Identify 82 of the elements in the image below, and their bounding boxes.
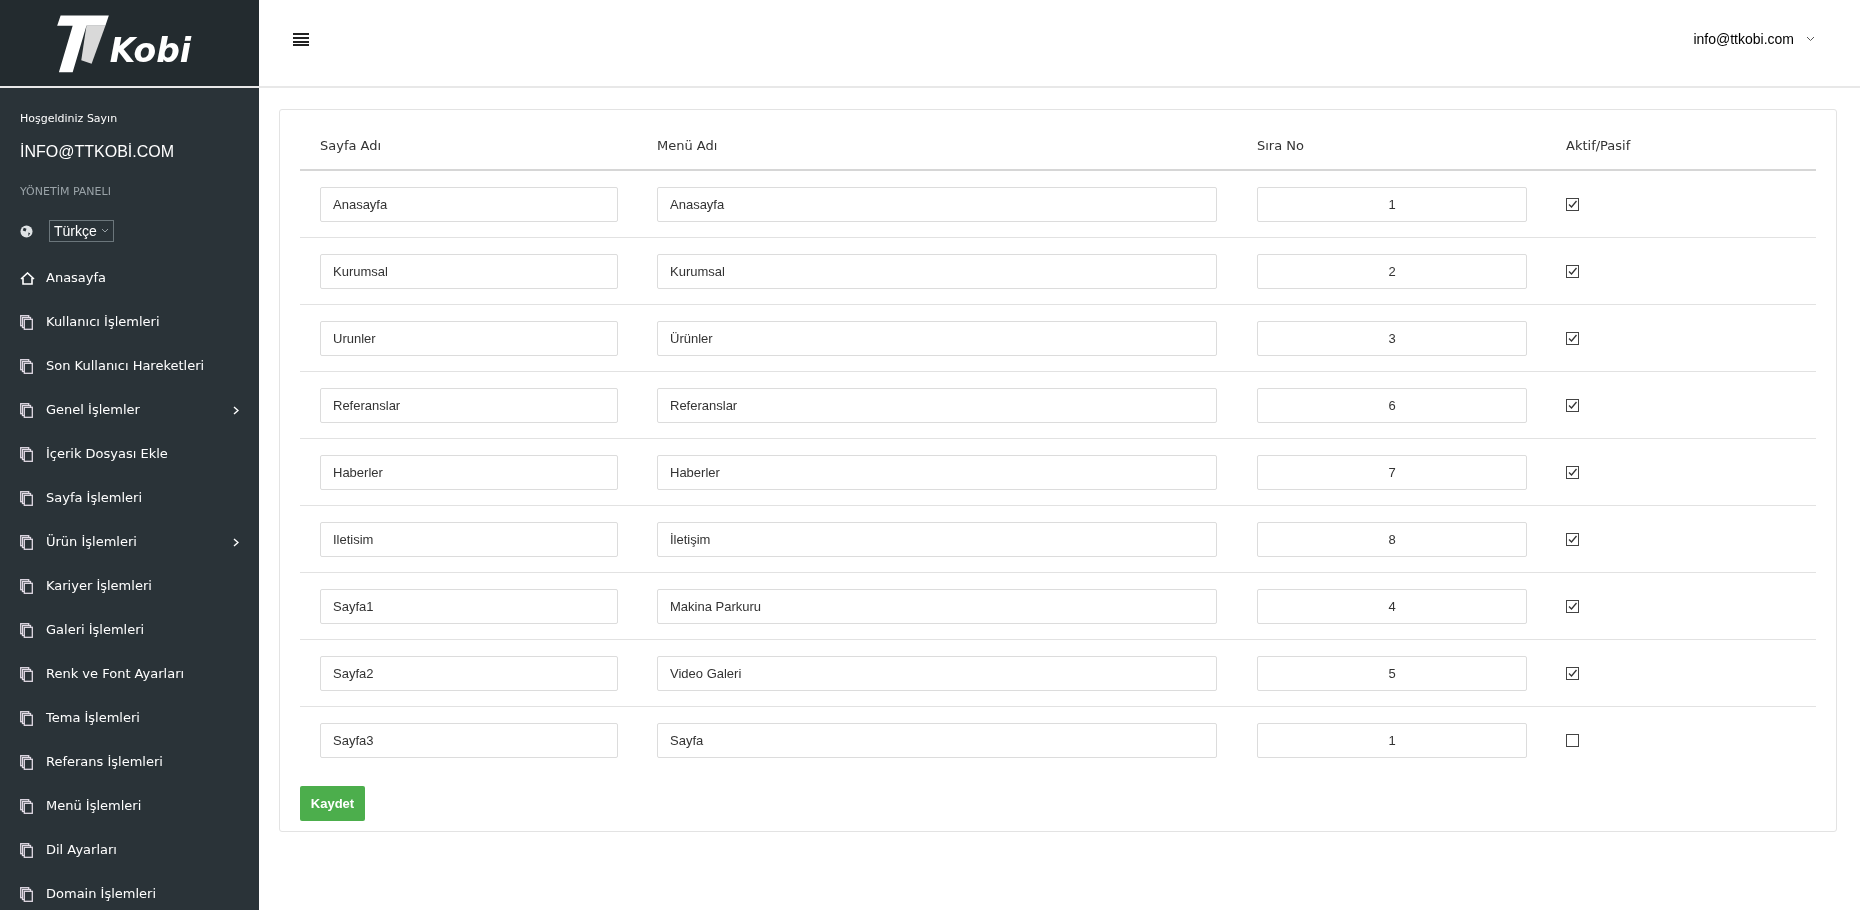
column-header: Aktif/Pasif [1566, 138, 1631, 153]
menu-name-field[interactable]: Kurumsal [657, 253, 1217, 289]
page-name-field[interactable]: Sayfa1 [320, 588, 618, 624]
nav-item[interactable]: Kariyer İşlemleri [0, 564, 259, 608]
nav-item[interactable]: Referans İşlemleri [0, 740, 259, 784]
column-header: Menü Adı [657, 138, 718, 153]
menu-name-field[interactable]: Haberler [657, 454, 1217, 490]
order-field[interactable]: 2 [1257, 253, 1527, 289]
nav-item[interactable]: Menü İşlemleri [0, 784, 259, 828]
copy-icon [20, 314, 33, 330]
nav-item[interactable]: Anasayfa [0, 256, 259, 300]
nav-item[interactable]: İçerik Dosyası Ekle [0, 432, 259, 476]
menu-name-field[interactable]: Anasayfa [657, 186, 1217, 222]
page-name-field[interactable]: Kurumsal [320, 253, 618, 289]
order-field[interactable]: 3 [1257, 320, 1527, 356]
copy-icon [20, 490, 33, 506]
order-field[interactable]: 7 [1257, 454, 1527, 490]
active-checkbox[interactable] [1566, 734, 1579, 747]
copy-icon [20, 666, 33, 682]
order-field[interactable]: 6 [1257, 387, 1527, 423]
copy-icon [20, 578, 33, 594]
active-checkbox[interactable] [1566, 264, 1579, 278]
caret-icon [100, 228, 109, 234]
copy-icon [20, 710, 33, 726]
globe-icon [20, 224, 33, 238]
menu-icon[interactable] [293, 32, 309, 46]
menu-name-field[interactable]: Ürünler [657, 320, 1217, 356]
page-name-field[interactable]: Iletisim [320, 521, 618, 557]
order-field[interactable]: 4 [1257, 588, 1527, 624]
home-icon [20, 271, 35, 285]
chevron-right-icon [233, 405, 239, 415]
order-field[interactable]: 1 [1257, 186, 1527, 222]
menu-name-field[interactable]: Video Galeri [657, 655, 1217, 691]
page-name-field[interactable]: Sayfa2 [320, 655, 618, 691]
copy-icon [20, 446, 33, 462]
page-name-field[interactable]: Haberler [320, 454, 618, 490]
active-checkbox[interactable] [1566, 532, 1579, 546]
copy-icon [20, 358, 33, 374]
active-checkbox[interactable] [1566, 599, 1579, 613]
nav-item[interactable]: Son Kullanıcı Hareketleri [0, 344, 259, 388]
caret-icon [1806, 36, 1815, 42]
welcome-text: Hoşgeldiniz Sayın [20, 111, 118, 127]
menu-name-field[interactable]: Makina Parkuru [657, 588, 1217, 624]
column-header: Sıra No [1257, 138, 1304, 153]
active-checkbox[interactable] [1566, 331, 1579, 345]
page-name-field[interactable]: Anasayfa [320, 186, 618, 222]
column-header: Sayfa Adı [320, 138, 382, 153]
copy-icon [20, 798, 33, 814]
copy-icon [20, 842, 33, 858]
page-name-field[interactable]: Urunler [320, 320, 618, 356]
order-field[interactable]: 8 [1257, 521, 1527, 557]
language-select[interactable]: Türkçe [49, 220, 114, 242]
logo-text: Kobi [109, 30, 192, 73]
section-heading: YÖNETİM PANELI [20, 183, 111, 200]
copy-icon [20, 754, 33, 770]
chevron-right-icon [233, 537, 239, 547]
nav-item[interactable]: Genel İşlemler [0, 388, 259, 432]
nav-item[interactable]: Sayfa İşlemleri [0, 476, 259, 520]
nav-item[interactable]: Ürün İşlemleri [0, 520, 259, 564]
copy-icon [20, 534, 33, 550]
user-menu[interactable]: info@ttkobi.com [1693, 28, 1815, 50]
active-checkbox[interactable] [1566, 398, 1579, 412]
nav-item[interactable]: Domain İşlemleri [0, 872, 259, 910]
user-name: İNFO@TTKOBİ.COM [20, 141, 174, 162]
nav-item[interactable]: Renk ve Font Ayarları [0, 652, 259, 696]
page-name-field[interactable]: Referanslar [320, 387, 618, 423]
copy-icon [20, 622, 33, 638]
menu-name-field[interactable]: İletişim [657, 521, 1217, 557]
copy-icon [20, 886, 33, 902]
active-checkbox[interactable] [1566, 666, 1579, 680]
active-checkbox[interactable] [1566, 197, 1579, 211]
nav-item[interactable]: Tema İşlemleri [0, 696, 259, 740]
order-field[interactable]: 5 [1257, 655, 1527, 691]
order-field[interactable]: 1 [1257, 723, 1527, 758]
nav-item[interactable]: Galeri İşlemleri [0, 608, 259, 652]
copy-icon [20, 402, 33, 418]
nav-item[interactable]: Kullanıcı İşlemleri [0, 300, 259, 344]
menu-name-field[interactable]: Sayfa [657, 723, 1217, 758]
menu-name-field[interactable]: Referanslar [657, 387, 1217, 423]
nav-item[interactable]: Dil Ayarları [0, 828, 259, 872]
active-checkbox[interactable] [1566, 465, 1579, 479]
page-name-field[interactable]: Sayfa3 [320, 723, 618, 758]
